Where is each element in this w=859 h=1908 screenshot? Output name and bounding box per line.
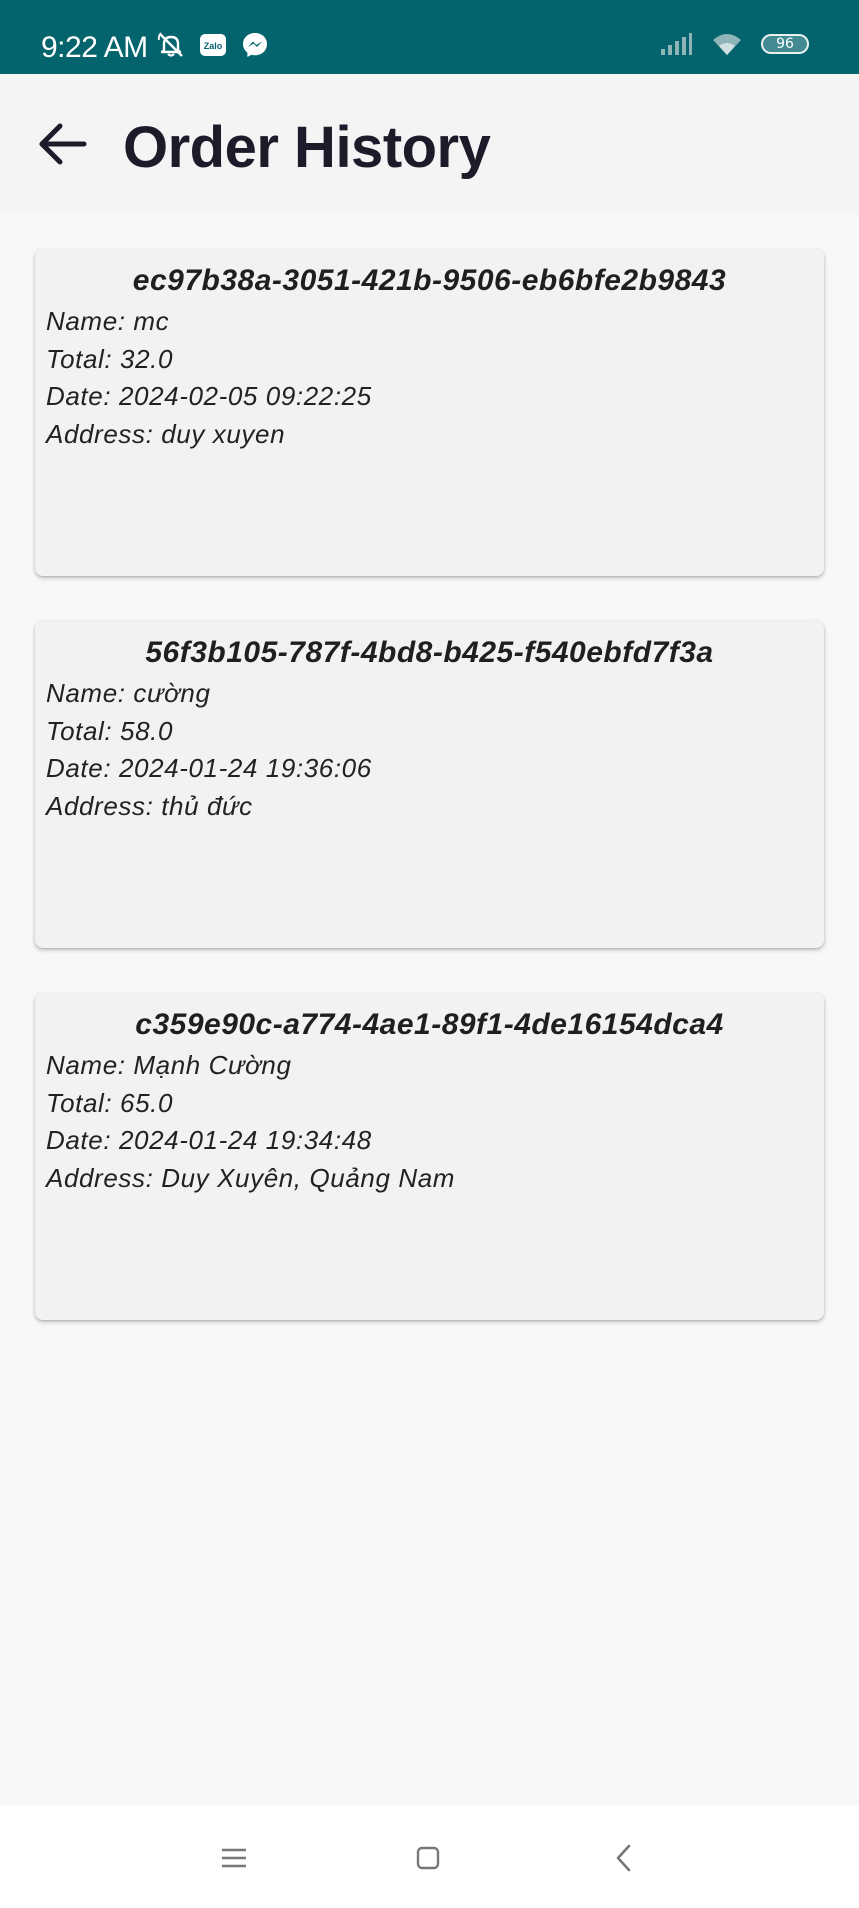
order-address: Address: duy xuyen (46, 418, 286, 449)
order-id: ec97b38a-3051-421b-9506-eb6bfe2b9843 (132, 264, 727, 297)
home-icon (416, 1846, 440, 1870)
order-address: Address: thủ đức (46, 790, 253, 821)
status-bar: 9:22 AM Zalo 96 (0, 0, 859, 74)
back-button[interactable] (34, 116, 90, 172)
order-id: 56f3b105-787f-4bd8-b425-f540ebfd7f3a (145, 636, 714, 669)
status-time: 9:22 AM (41, 31, 148, 64)
system-nav-bar (0, 1806, 859, 1908)
nav-back-button[interactable] (602, 1836, 646, 1880)
order-card[interactable]: c359e90c-a774-4ae1-89f1-4de16154dca4 Nam… (35, 993, 824, 1320)
order-date: Date: 2024-01-24 19:34:48 (46, 1125, 372, 1155)
signal-icon (661, 33, 692, 55)
app-bar: Order History (0, 74, 859, 213)
order-list: ec97b38a-3051-421b-9506-eb6bfe2b9843 Nam… (35, 249, 824, 1365)
order-address: Address: Duy Xuyên, Quảng Nam (46, 1162, 456, 1193)
order-date: Date: 2024-02-05 09:22:25 (46, 381, 372, 411)
back-icon (616, 1844, 631, 1872)
order-name: Name: Mạnh Cường (46, 1050, 292, 1080)
order-card[interactable]: 56f3b105-787f-4bd8-b425-f540ebfd7f3a Nam… (35, 621, 824, 948)
order-date: Date: 2024-01-24 19:36:06 (46, 753, 372, 783)
order-card[interactable]: ec97b38a-3051-421b-9506-eb6bfe2b9843 Nam… (35, 249, 824, 576)
menu-icon (222, 1848, 246, 1868)
system-icons: 96 (659, 32, 809, 56)
order-id: c359e90c-a774-4ae1-89f1-4de16154dca4 (135, 1008, 724, 1041)
order-name: Name: cường (46, 678, 211, 708)
order-name: Name: mc (46, 306, 170, 336)
arrow-back-icon (39, 123, 87, 165)
order-history-screen: 9:22 AM Zalo 96 Order History ec97b38a-3… (0, 0, 859, 1908)
svg-text:Zalo: Zalo (204, 41, 223, 51)
zalo-icon: Zalo (200, 34, 226, 56)
order-total: Total: 58.0 (46, 715, 174, 746)
order-total: Total: 32.0 (46, 343, 174, 374)
page-title: Order History (123, 115, 491, 180)
battery-level: 96 (776, 36, 794, 52)
battery-icon: 96 (761, 34, 809, 54)
recent-apps-button[interactable] (212, 1836, 256, 1880)
home-button[interactable] (406, 1836, 450, 1880)
wifi-icon (713, 34, 741, 55)
notification-icons: Zalo (156, 30, 270, 60)
alarm-off-icon (157, 32, 183, 57)
order-total: Total: 65.0 (46, 1087, 174, 1118)
messenger-icon (243, 33, 267, 57)
